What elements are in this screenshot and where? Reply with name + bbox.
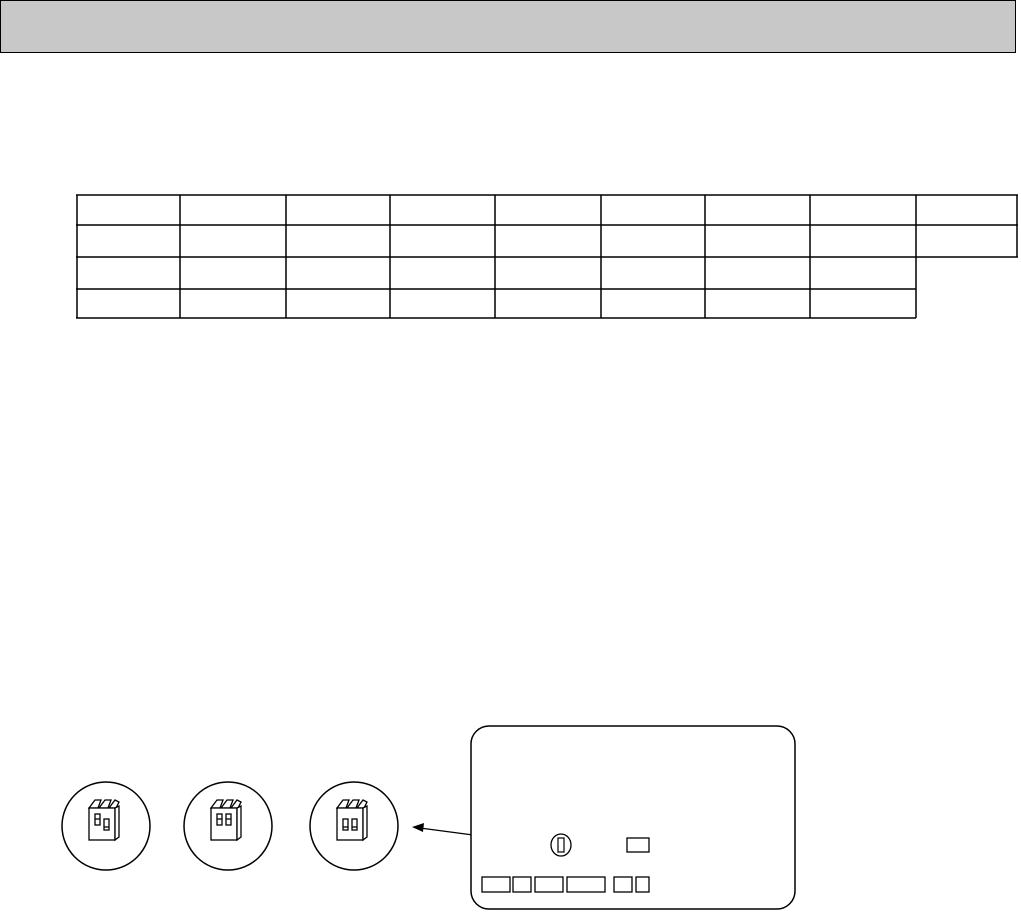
circuit-board-icon [470,725,796,910]
dip-switch-icon [309,781,399,871]
dip-switch-icon [183,781,273,871]
dip-switch-icon [61,781,151,871]
dip-switch-diagram [0,700,1021,912]
data-table [76,194,1018,319]
data-table-grid [76,194,1018,319]
header-bar [0,0,1016,53]
diagram-svg [61,725,796,910]
